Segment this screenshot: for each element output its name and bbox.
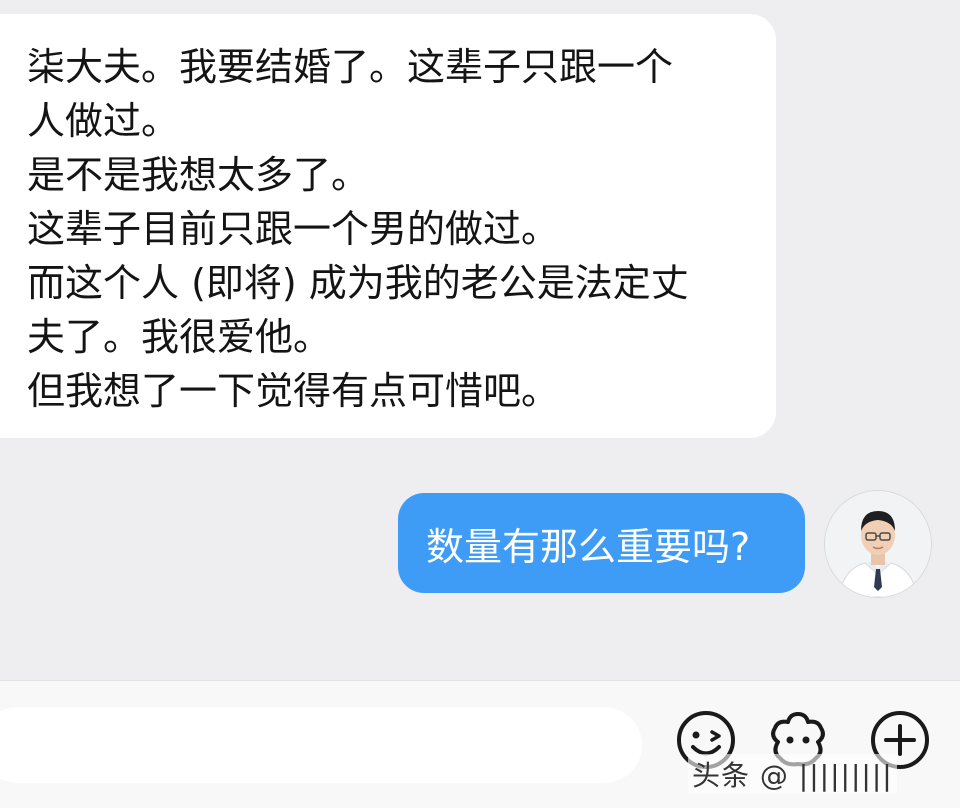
incoming-message-bubble[interactable]: 柒大夫。我要结婚了。这辈子只跟一个 人做过。 是不是我想太多了。 这辈子目前只跟… — [0, 14, 776, 438]
message-line: 但我想了一下觉得有点可惜吧。 — [27, 369, 560, 413]
chat-area: 柒大夫。我要结婚了。这辈子只跟一个 人做过。 是不是我想太多了。 这辈子目前只跟… — [0, 0, 960, 680]
avatar[interactable] — [824, 490, 932, 598]
message-line: 是不是我想太多了。 — [27, 153, 370, 197]
message-line: 柒大夫。我要结婚了。这辈子只跟一个 — [27, 45, 674, 89]
doctor-avatar-image — [825, 491, 931, 597]
message-line: 这辈子目前只跟一个男的做过。 — [27, 207, 560, 251]
watermark: 头条 @ ||||||||| — [688, 754, 897, 794]
outgoing-message-bubble[interactable]: 数量有那么重要吗? — [398, 493, 805, 593]
message-input[interactable] — [0, 707, 642, 783]
message-line: 人做过。 — [27, 99, 180, 143]
outgoing-message-text: 数量有那么重要吗? — [426, 524, 751, 569]
message-line: 夫了。我很爱他。 — [27, 315, 332, 359]
watermark-text: 头条 @ ||||||||| — [688, 754, 897, 794]
message-line: 而这个人 (即将) 成为我的老公是法定丈 — [27, 261, 689, 305]
